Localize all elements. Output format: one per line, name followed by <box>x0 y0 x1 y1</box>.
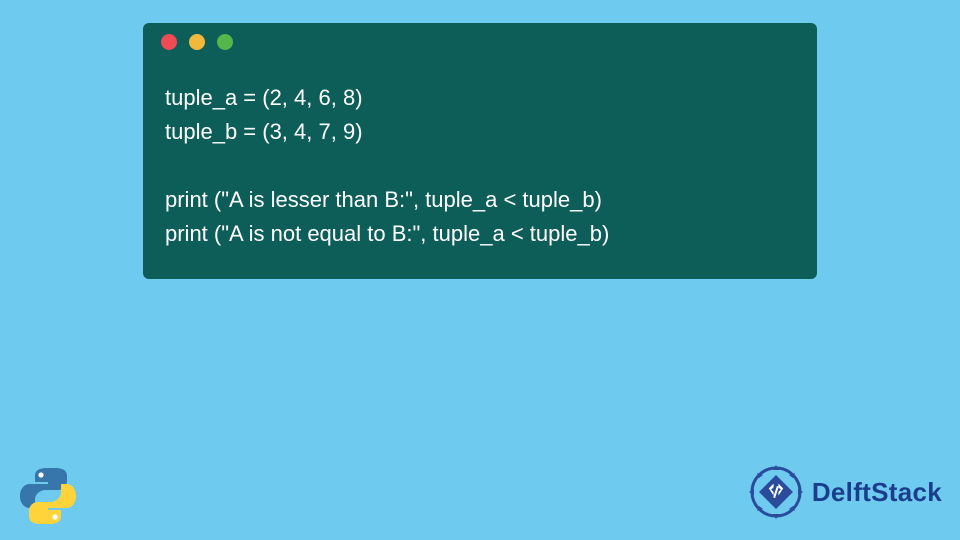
close-icon[interactable] <box>161 34 177 50</box>
minimize-icon[interactable] <box>189 34 205 50</box>
delftstack-badge-icon <box>748 464 804 520</box>
delftstack-label: DelftStack <box>812 477 942 508</box>
code-line: tuple_b = (3, 4, 7, 9) <box>165 119 363 144</box>
window-titlebar <box>143 23 817 61</box>
code-window: tuple_a = (2, 4, 6, 8) tuple_b = (3, 4, … <box>143 23 817 279</box>
delftstack-brand: DelftStack <box>748 464 942 520</box>
code-body: tuple_a = (2, 4, 6, 8) tuple_b = (3, 4, … <box>143 61 817 261</box>
maximize-icon[interactable] <box>217 34 233 50</box>
code-line: tuple_a = (2, 4, 6, 8) <box>165 85 363 110</box>
code-line: print ("A is lesser than B:", tuple_a < … <box>165 187 602 212</box>
code-line: print ("A is not equal to B:", tuple_a <… <box>165 221 609 246</box>
python-logo-icon <box>16 464 80 528</box>
